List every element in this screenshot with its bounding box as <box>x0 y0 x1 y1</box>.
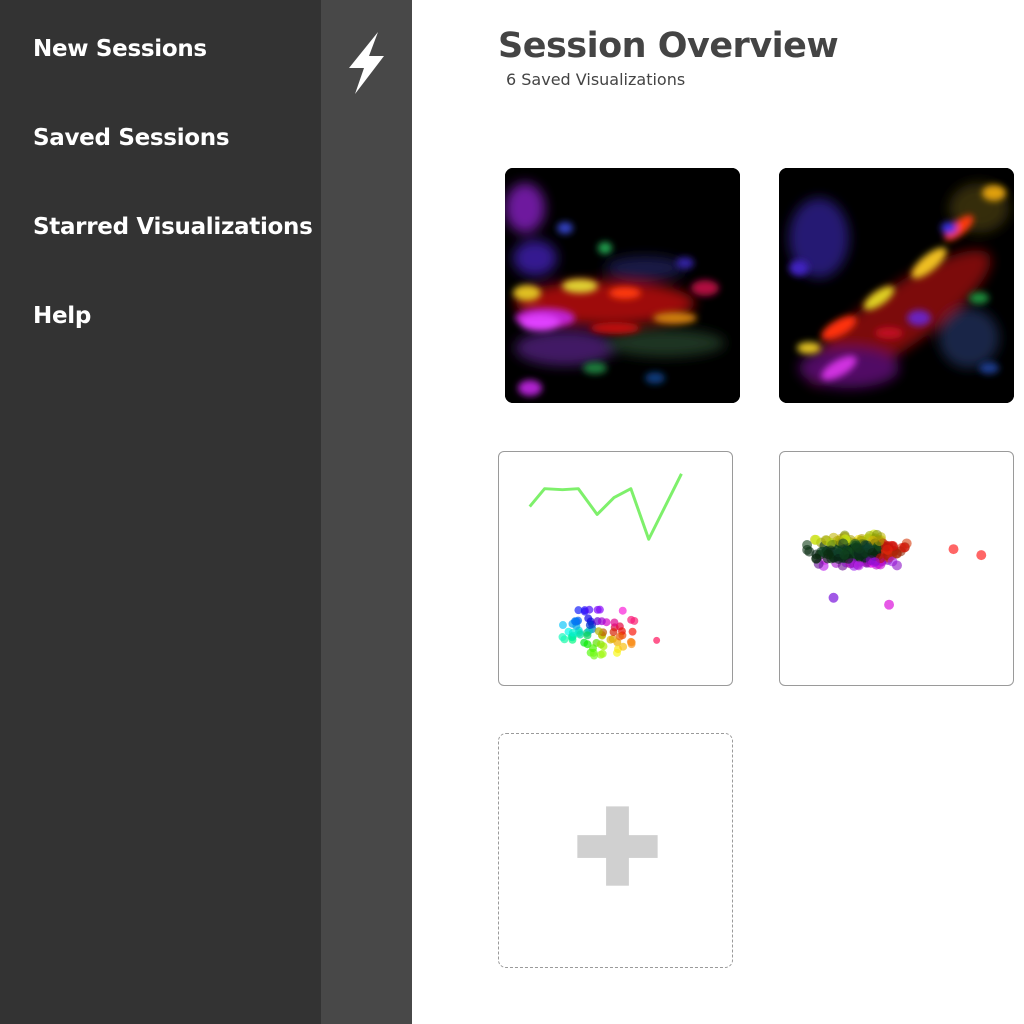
scatter-point <box>811 534 821 545</box>
scatter-point <box>597 617 606 626</box>
scatter-point <box>619 642 628 651</box>
scatter-point <box>574 606 583 615</box>
scatter-point <box>568 628 577 637</box>
scatter-point <box>618 606 627 615</box>
scatter-point <box>948 544 959 555</box>
scatter-point <box>976 550 987 561</box>
page-title: Session Overview <box>498 26 839 66</box>
heatmap-thumbnail-1 <box>505 168 740 403</box>
scatter-point <box>615 632 624 641</box>
scatter-point <box>874 536 885 547</box>
sidebar-item-saved-sessions[interactable]: Saved Sessions <box>33 125 230 151</box>
scatter-point <box>585 621 594 630</box>
sidebar-item-starred-visualizations[interactable]: Starred Visualizations <box>33 214 313 240</box>
scatter-point <box>838 538 849 549</box>
saved-count-subtitle: 6 Saved Visualizations <box>506 70 686 89</box>
scatter-point <box>596 640 605 649</box>
scatter-point <box>892 560 902 571</box>
large-scatter-cluster <box>802 529 987 610</box>
scatter-point <box>828 592 839 603</box>
scatter-point <box>627 640 636 649</box>
scatter-point <box>606 635 615 644</box>
scatter-point <box>583 631 592 640</box>
visualization-card-line-scatter[interactable] <box>498 451 733 686</box>
scatter-thumbnail <box>802 529 987 610</box>
scatter-point <box>627 615 636 624</box>
scatter-point <box>899 542 910 553</box>
scatter-point <box>570 617 579 626</box>
add-visualization-card[interactable] <box>498 733 733 968</box>
scatter-point <box>584 614 593 623</box>
visualization-card-heatmap-2[interactable] <box>779 168 1014 403</box>
scatter-point <box>867 547 878 558</box>
scatter-point <box>884 599 895 610</box>
scatter-point <box>811 553 822 564</box>
scatter-point <box>628 627 637 636</box>
visualization-card-heatmap-1[interactable] <box>505 168 740 403</box>
scatter-point <box>653 636 661 644</box>
icon-rail <box>321 0 412 1024</box>
app-window: New Sessions Saved Sessions Starred Visu… <box>0 0 1024 1024</box>
scatter-point <box>593 605 602 614</box>
plus-icon <box>577 806 658 886</box>
scatter-point <box>585 605 594 614</box>
line-and-scatter-thumbnail <box>528 473 683 660</box>
scatter-point <box>823 549 834 560</box>
scatter-point <box>802 544 813 555</box>
scatter-point <box>598 649 607 658</box>
scatter-point <box>589 644 597 653</box>
scatter-point <box>594 627 603 636</box>
small-scatter-cluster <box>558 605 661 660</box>
sidebar: New Sessions Saved Sessions Starred Visu… <box>0 0 321 1024</box>
heatmap-thumbnail-2 <box>779 168 1014 403</box>
visualization-card-scatter[interactable] <box>779 451 1014 686</box>
sidebar-item-help[interactable]: Help <box>33 303 91 329</box>
scatter-point <box>558 633 567 641</box>
scatter-point <box>590 651 599 660</box>
scatter-point <box>853 560 864 571</box>
scatter-point <box>558 621 567 629</box>
scatter-point <box>869 557 880 568</box>
scatter-point <box>610 618 619 627</box>
sidebar-item-new-sessions[interactable]: New Sessions <box>33 36 207 62</box>
lightning-bolt-icon[interactable] <box>344 32 388 94</box>
scatter-point <box>839 549 850 560</box>
